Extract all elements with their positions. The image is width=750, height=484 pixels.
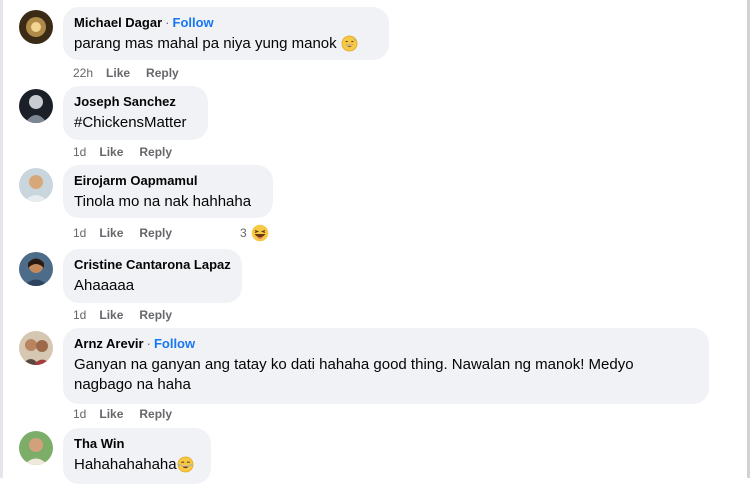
comment-time[interactable]: 1d	[73, 407, 86, 421]
grinning-sweat-emoji	[341, 35, 358, 52]
like-button[interactable]: Like	[106, 66, 130, 80]
avatar[interactable]	[19, 252, 53, 286]
reaction-summary[interactable]: 3	[240, 223, 270, 243]
comment-actions: 1d Like Reply	[73, 407, 188, 421]
comment-actions: 1d Like Reply	[73, 226, 188, 240]
reply-button[interactable]: Reply	[139, 407, 172, 421]
comment-bubble: Michael Dagar · Follow parang mas mahal pa…	[63, 7, 389, 60]
comment-actions: 22h Like Reply	[73, 66, 195, 80]
like-button[interactable]: Like	[99, 407, 123, 421]
comment-time[interactable]: 1d	[73, 145, 86, 159]
author-name[interactable]: Arnz Arevir	[74, 336, 144, 351]
laughing-tears-emoji	[177, 456, 194, 473]
comment-text-line: nagbago na haha	[74, 376, 191, 393]
comment-time[interactable]: 1d	[73, 226, 86, 240]
reply-button[interactable]: Reply	[139, 308, 172, 322]
avatar[interactable]	[19, 89, 53, 123]
comment-text: #ChickensMatter	[74, 114, 187, 131]
comment-text-line: Ganyan na ganyan ang tatay ko dati hahah…	[74, 356, 634, 373]
comment-actions: 1d Like Reply	[73, 145, 188, 159]
comment-time[interactable]: 22h	[73, 66, 93, 80]
author-name[interactable]: Eirojarm Oapmamul	[74, 173, 198, 188]
follow-button[interactable]: Follow	[173, 15, 214, 30]
comment-bubble: Arnz Arevir · Follow Ganyan na ganyan ang …	[63, 328, 709, 404]
avatar[interactable]	[19, 331, 53, 365]
laughing-emoji	[250, 223, 270, 243]
comment-bubble: Tha Win Hahahahahaha	[63, 428, 211, 484]
comment-text: parang mas mahal pa niya yung manok	[74, 34, 377, 54]
comment-bubble: Eirojarm Oapmamul Tinola mo na nak hahha…	[63, 165, 273, 218]
comment-text-body: parang mas mahal pa niya yung manok	[74, 35, 337, 52]
avatar[interactable]	[19, 168, 53, 202]
avatar[interactable]	[19, 10, 53, 44]
comment-text: Hahahahahaha	[74, 455, 199, 475]
window-edge-left	[0, 0, 3, 478]
like-button[interactable]: Like	[99, 226, 123, 240]
comment-bubble: Cristine Cantarona Lapaz Ahaaaaa	[63, 249, 242, 303]
reply-button[interactable]: Reply	[139, 226, 172, 240]
comment-text: Ahaaaaa	[74, 277, 135, 294]
reply-button[interactable]: Reply	[139, 145, 172, 159]
separator-dot: ·	[146, 336, 151, 351]
comment-text: Ganyan na ganyan ang tatay ko dati hahah…	[74, 355, 697, 395]
author-name[interactable]: Michael Dagar	[74, 15, 162, 30]
author-name[interactable]: Joseph Sanchez	[74, 94, 176, 109]
comment-text-body: Hahahahahaha	[74, 456, 177, 473]
comment-time[interactable]: 1d	[73, 308, 86, 322]
comment-bubble: Joseph Sanchez #ChickensMatter	[63, 86, 208, 140]
comment-text: Tinola mo na nak hahhaha	[74, 193, 252, 210]
author-name[interactable]: Cristine Cantarona Lapaz	[74, 257, 231, 272]
follow-button[interactable]: Follow	[154, 336, 195, 351]
separator-dot: ·	[165, 15, 170, 30]
avatar[interactable]	[19, 431, 53, 465]
reaction-count: 3	[240, 226, 247, 240]
author-name[interactable]: Tha Win	[74, 436, 124, 451]
like-button[interactable]: Like	[99, 308, 123, 322]
reply-button[interactable]: Reply	[146, 66, 179, 80]
comment-actions: 1d Like Reply	[73, 308, 188, 322]
like-button[interactable]: Like	[99, 145, 123, 159]
